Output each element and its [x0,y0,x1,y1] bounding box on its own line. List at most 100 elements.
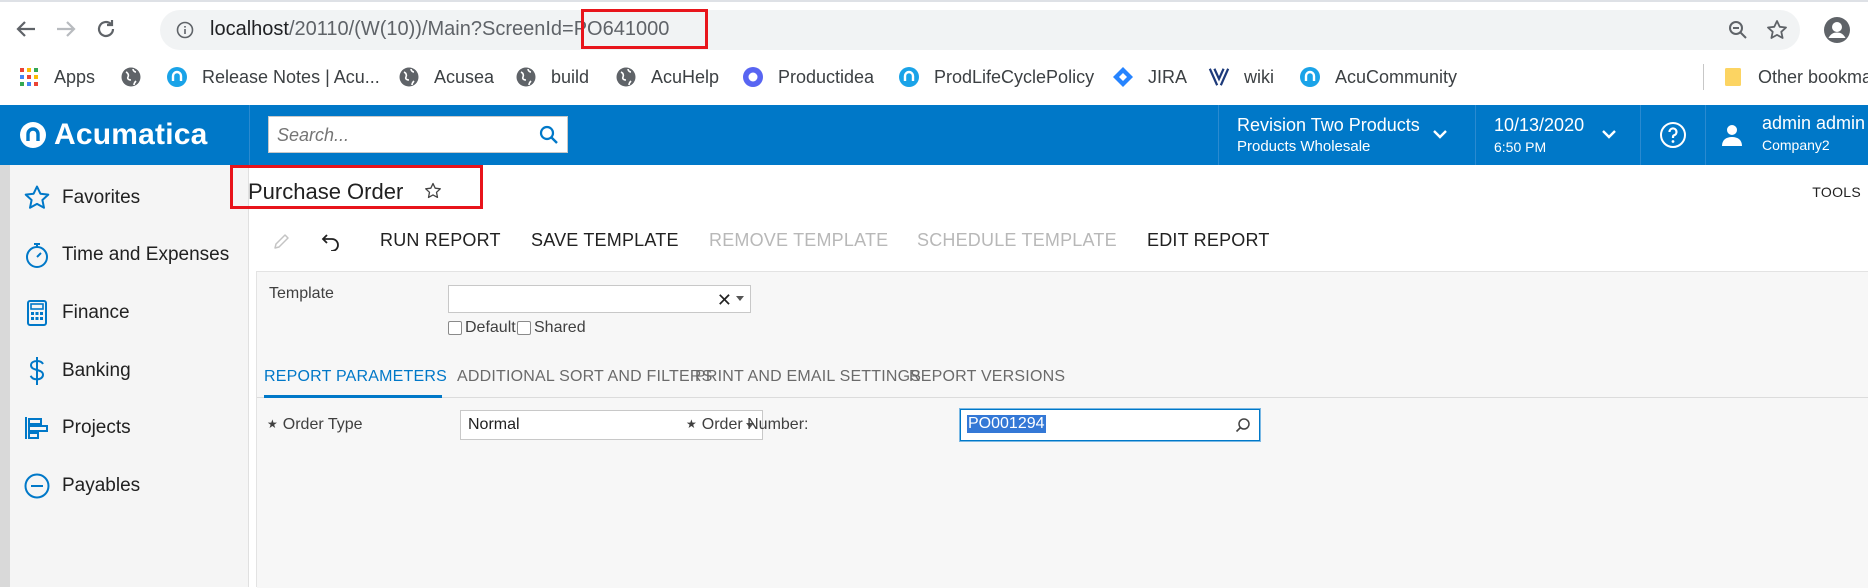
search-icon[interactable] [539,125,559,145]
user-avatar-icon [1722,125,1742,146]
back-button[interactable] [8,11,44,47]
sidebar-item-label: Payables [62,475,141,496]
bookmark-label: Release Notes | Acu... [202,66,380,87]
info-icon[interactable] [176,21,194,39]
order-type-label: ★ Order Type [267,416,363,434]
branch-name: Revision Two Products [1237,115,1420,135]
logo-text: Acumatica [54,118,208,151]
url-highlight-box [581,9,708,49]
forward-button[interactable] [48,11,84,47]
branch-subname: Products Wholesale [1237,138,1371,155]
bookmark-apps[interactable]: Apps [18,64,95,90]
tab-report-versions[interactable]: REPORT VERSIONS [909,356,1065,398]
sidebar-item-time-and-expenses[interactable]: Time and Expenses [10,225,248,285]
bookmark-wiki[interactable]: wiki [1208,64,1274,90]
user-company: Company2 [1762,137,1830,153]
chevron-down-icon [1602,130,1616,139]
bookmark-star-icon[interactable] [1766,19,1788,41]
sidebar-item-finance[interactable]: Finance [10,283,248,343]
bookmark-other[interactable]: Other bookmarks [1722,64,1868,90]
bookmarks-bar: Apps Release Notes | Acu... Acusea build… [0,58,1868,96]
bookmark-release-notes[interactable]: Release Notes | Acu... [166,64,380,90]
sidebar-item-label: Banking [62,360,131,381]
back-arrow-icon [16,21,35,37]
minus-circle-icon [22,471,52,501]
schedule-template-button[interactable]: SCHEDULE TEMPLATE [917,230,1117,251]
required-marker: ★ [267,417,278,431]
bookmark-acusea[interactable]: Acusea [398,64,494,90]
bookmark-label: Productidea [778,66,875,87]
bookmark-build[interactable]: build [515,64,589,90]
bookmark-label: ProdLifeCyclePolicy [934,66,1095,87]
dollar-icon [22,356,52,386]
lookup-search-icon[interactable] [1235,417,1251,433]
bookmark-prodlifecycle[interactable]: ProdLifeCyclePolicy [898,64,1094,90]
sidebar-item-label: Time and Expenses [62,244,230,265]
template-select[interactable]: ✕ [448,285,751,313]
report-tabs: REPORT PARAMETERS ADDITIONAL SORT AND FI… [257,356,1868,398]
tab-report-parameters[interactable]: REPORT PARAMETERS [264,356,447,398]
sidebar-scrollbar[interactable] [0,165,10,587]
business-date-selector[interactable]: 10/13/2020 6:50 PM [1476,105,1640,165]
bookmark-globe-only[interactable] [120,64,156,90]
run-report-button[interactable]: RUN REPORT [380,230,501,251]
remove-template-button[interactable]: REMOVE TEMPLATE [709,230,888,251]
browser-chrome: localhost/20110/(W(10))/Main?ScreenId=PO… [0,0,1868,105]
address-bar[interactable]: localhost/20110/(W(10))/Main?ScreenId=PO… [160,10,1800,50]
sidebar-item-projects[interactable]: Projects [10,398,248,458]
global-search[interactable] [268,116,568,153]
profile-icon[interactable] [1823,16,1851,44]
wiki-icon [1208,66,1230,88]
order-type-label-text: Order Type [282,416,363,433]
acumatica-bookmark-icon [1299,66,1321,88]
reload-button[interactable] [88,11,124,47]
checkbox-box[interactable] [517,321,531,335]
save-template-button[interactable]: SAVE TEMPLATE [531,230,679,251]
globe-icon [398,66,420,88]
bookmark-jira[interactable]: JIRA [1112,64,1187,90]
bookmark-acucommunity[interactable]: AcuCommunity [1299,64,1457,90]
order-number-label: ★ Order Number: [686,416,808,434]
default-checkbox[interactable]: Default [448,319,516,337]
sidebar-item-payables[interactable]: Payables [10,456,248,516]
order-number-input[interactable]: PO001294 [960,409,1260,441]
checkbox-box[interactable] [448,321,462,335]
sidebar-item-banking[interactable]: Banking [10,341,248,401]
clear-icon[interactable]: ✕ [717,290,732,311]
help-icon [1660,122,1686,148]
checkbox-label: Default [465,319,516,336]
shared-checkbox[interactable]: Shared [517,319,586,337]
favorite-star-icon[interactable] [424,182,442,200]
edit-report-button[interactable]: EDIT REPORT [1147,230,1270,251]
folder-icon [1722,66,1744,88]
sidebar-item-label: Projects [62,417,131,438]
bookmark-productidea[interactable]: Productidea [742,64,874,90]
search-input[interactable] [277,123,527,147]
help-button[interactable] [1641,105,1705,165]
header-divider [249,105,250,165]
tab-additional-sort-and-filters[interactable]: ADDITIONAL SORT AND FILTERS [457,356,713,398]
bookmark-acuhelp[interactable]: AcuHelp [615,64,719,90]
tab-print-and-email-settings[interactable]: PRINT AND EMAIL SETTINGS [695,356,921,398]
bookmark-label: wiki [1244,66,1274,87]
business-date: 10/13/2020 [1494,115,1585,135]
required-marker: ★ [686,417,697,431]
acumatica-logo[interactable]: Acumatica [18,118,208,152]
url-host: localhost [210,18,289,40]
branch-selector[interactable]: Revision Two Products Products Wholesale [1219,105,1475,165]
edit-pencil-icon[interactable] [272,231,292,251]
dropdown-caret-icon[interactable] [736,296,744,301]
bookmark-label: build [551,66,590,87]
sidebar-item-favorites[interactable]: Favorites [10,168,248,228]
acumatica-bookmark-icon [898,66,920,88]
tools-menu[interactable]: TOOLS [1812,184,1861,200]
undo-icon[interactable] [320,231,342,251]
star-icon [22,183,52,213]
toolbar: RUN REPORT SAVE TEMPLATE REMOVE TEMPLATE… [250,220,1868,262]
zoom-icon[interactable] [1728,20,1748,40]
globe-icon [515,66,537,88]
productidea-icon [742,66,764,88]
user-name: admin admin [1762,113,1866,133]
sidebar: Favorites Time and Expenses Finance Bank… [0,165,249,587]
user-menu[interactable]: admin admin Company2 [1706,105,1868,165]
